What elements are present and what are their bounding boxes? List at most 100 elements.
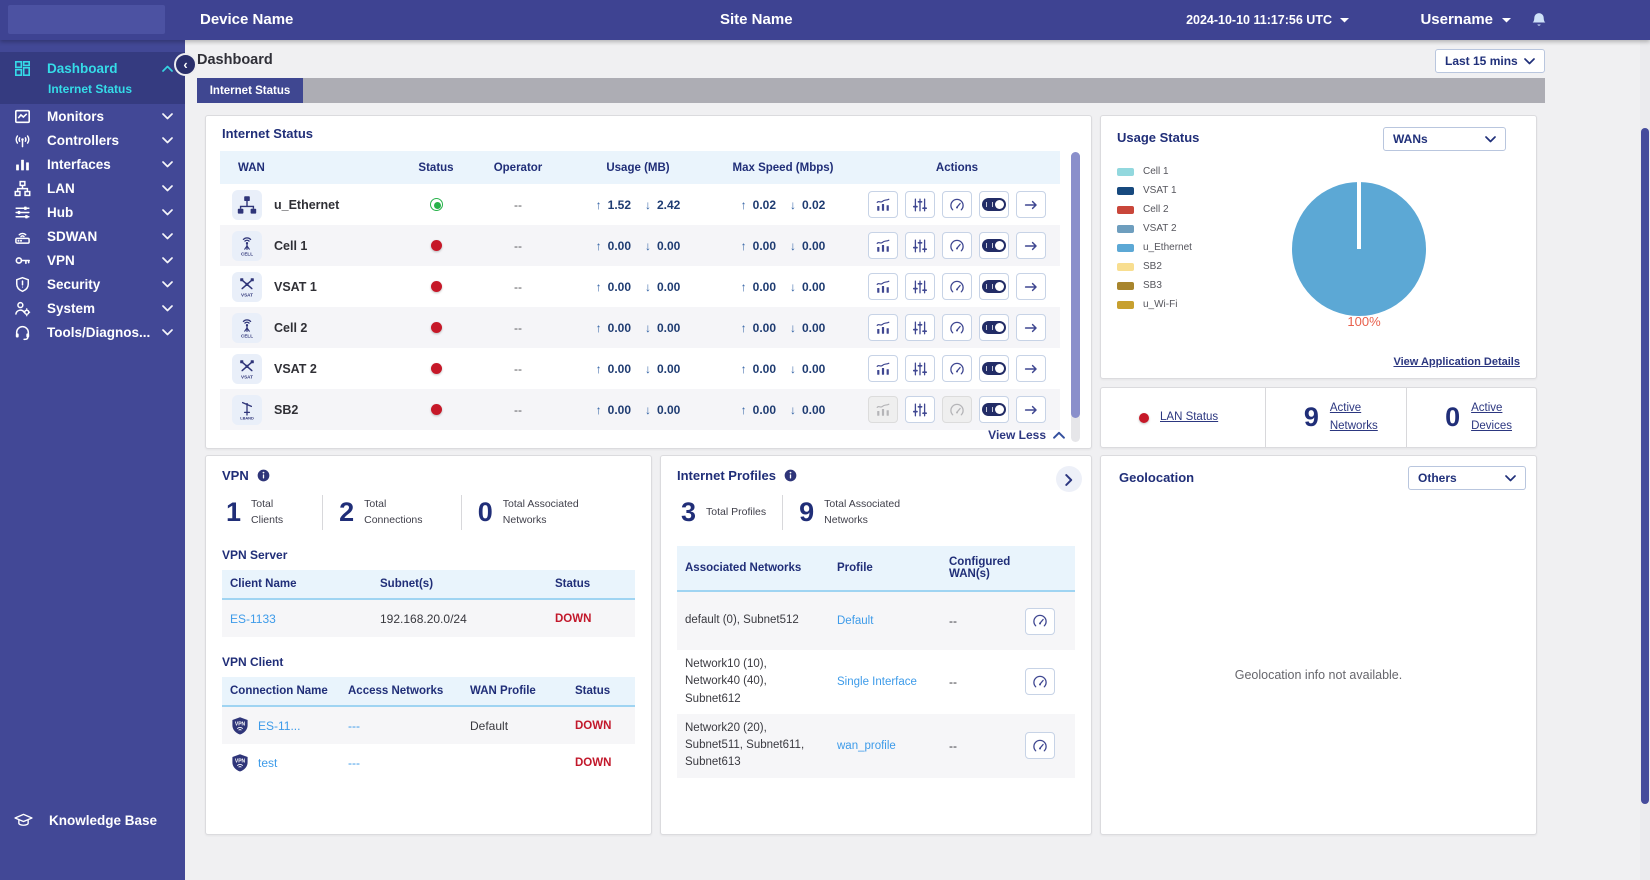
speed-test-button[interactable]	[942, 273, 972, 300]
expand-profiles-button[interactable]	[1056, 466, 1082, 492]
stat-value: 1	[226, 497, 242, 527]
upload-value: 0.00	[607, 279, 631, 294]
details-button[interactable]	[1016, 314, 1046, 341]
access-networks-value: ---	[348, 718, 360, 733]
datetime-dropdown[interactable]: 2024-10-10 11:17:56 UTC	[1186, 0, 1350, 40]
speed-test-button[interactable]	[1025, 732, 1055, 760]
column-header: WAN	[238, 161, 265, 174]
enable-toggle[interactable]	[979, 314, 1009, 341]
details-button[interactable]	[1016, 191, 1046, 218]
configure-button[interactable]	[905, 396, 935, 423]
info-icon[interactable]	[257, 469, 270, 482]
view-application-details-link[interactable]: View Application Details	[1393, 356, 1520, 368]
sidebar-item-lan[interactable]: LAN	[0, 176, 185, 200]
statistics-button[interactable]	[868, 314, 898, 341]
summary-link-active-devices[interactable]: Active Devices	[1471, 400, 1533, 436]
arrow-up-icon: ↑	[595, 279, 602, 294]
sidebar-collapse-button[interactable]: ‹	[174, 53, 197, 76]
view-less-link[interactable]: View Less	[988, 428, 1065, 442]
details-button[interactable]	[1016, 355, 1046, 382]
table-scrollbar[interactable]	[1071, 152, 1080, 442]
configure-button[interactable]	[905, 355, 935, 382]
details-button[interactable]	[1016, 396, 1046, 423]
enable-toggle[interactable]	[979, 355, 1009, 382]
profile-link[interactable]: Single Interface	[829, 676, 941, 688]
configure-button[interactable]	[905, 191, 935, 218]
speed-test-button[interactable]	[942, 191, 972, 218]
statistics-button[interactable]	[868, 191, 898, 218]
statistics-button[interactable]	[868, 355, 898, 382]
summary-value: 9	[1303, 402, 1319, 432]
arrow-down-icon: ↓	[790, 197, 796, 212]
sidebar-item-monitors[interactable]: Monitors	[0, 104, 185, 128]
user-menu[interactable]: Username	[1420, 0, 1512, 40]
wan-name: u_Ethernet	[274, 197, 340, 212]
sidebar-item-hub[interactable]: Hub	[0, 200, 185, 224]
arrow-down-icon: ↓	[645, 197, 651, 212]
table-header: Associated Networks Profile Configured WAN…	[677, 546, 1075, 592]
tab-internet-status[interactable]: Internet Status	[197, 78, 303, 103]
sidebar-item-security[interactable]: Security	[0, 272, 185, 296]
geolocation-filter-select[interactable]: Others	[1408, 466, 1526, 490]
arrow-down-icon: ↓	[645, 361, 651, 376]
sidebar-item-label: VPN	[47, 252, 75, 268]
profile-link[interactable]: Default	[829, 615, 941, 627]
svg-text:VPN: VPN	[235, 721, 246, 727]
sidebar-item-dashboard[interactable]: Dashboard	[0, 52, 185, 78]
profile-row: default (0), Subnet512 Default --	[677, 592, 1075, 650]
sidebar-item-knowledge-base[interactable]: Knowledge Base	[0, 813, 157, 828]
wan-cell: CELL Cell 1	[220, 230, 400, 261]
scrollbar-thumb[interactable]	[1071, 152, 1080, 418]
summary-link-active-networks[interactable]: Active Networks	[1330, 400, 1392, 436]
config-icon	[912, 320, 928, 336]
wan-name: VSAT 2	[274, 361, 317, 376]
notifications-bell-icon[interactable]	[1530, 11, 1548, 29]
profile-link[interactable]: wan_profile	[829, 740, 941, 752]
sidebar-item-sdwan[interactable]: SDWAN	[0, 224, 185, 248]
configure-button[interactable]	[905, 232, 935, 259]
usage-filter-select[interactable]: WANs	[1383, 127, 1506, 151]
info-icon[interactable]	[784, 469, 797, 482]
details-button[interactable]	[1016, 232, 1046, 259]
configure-button[interactable]	[905, 314, 935, 341]
enable-toggle[interactable]	[979, 396, 1009, 423]
enable-toggle[interactable]	[979, 191, 1009, 218]
speed-test-button[interactable]	[942, 355, 972, 382]
details-button[interactable]	[1016, 273, 1046, 300]
sidebar-item-system[interactable]: System	[0, 296, 185, 320]
vpn-client-table: Connection Name Access Networks WAN Profil…	[222, 677, 635, 781]
configure-button[interactable]	[905, 273, 935, 300]
page-scrollbar[interactable]	[1640, 40, 1650, 880]
download-value: 0.00	[802, 238, 826, 253]
speed-test-button[interactable]	[1025, 668, 1055, 696]
username-label: Username	[1420, 11, 1493, 28]
wan-table-row: LBAND SB2 -- ↑ 0.00 ↓ 0.00 ↑ 0.00 ↓ 0.00	[220, 389, 1060, 430]
enable-toggle[interactable]	[979, 273, 1009, 300]
sidebar-item-vpn[interactable]: VPN	[0, 248, 185, 272]
speed-test-button[interactable]	[1025, 607, 1055, 635]
chevron-up-icon	[162, 65, 173, 72]
time-range-select[interactable]: Last 15 mins	[1435, 49, 1545, 73]
column-header: Access Networks	[348, 685, 444, 697]
connection-name-link[interactable]: test	[258, 756, 277, 770]
sidebar-item-controllers[interactable]: Controllers	[0, 128, 185, 152]
stat-label: Total Profiles	[706, 505, 767, 518]
scrollbar-thumb[interactable]	[1641, 128, 1649, 804]
download-value: 0.00	[657, 238, 681, 253]
speed-test-button[interactable]	[942, 232, 972, 259]
statistics-button[interactable]	[868, 232, 898, 259]
config-icon	[912, 238, 928, 254]
client-name-link[interactable]: ES-1133	[222, 612, 372, 626]
sidebar-item-interfaces[interactable]: Interfaces	[0, 152, 185, 176]
cell-icon: CELL	[232, 312, 262, 343]
statistics-button[interactable]	[868, 273, 898, 300]
status-value: DOWN	[575, 756, 612, 769]
enable-toggle[interactable]	[979, 232, 1009, 259]
speed-test-button[interactable]	[942, 314, 972, 341]
chevron-down-icon	[1505, 474, 1516, 482]
summary-link-lan-status[interactable]: LAN Status	[1160, 409, 1222, 427]
wan-cell: LBAND SB2	[220, 394, 400, 425]
sidebar-subitem-internet-status[interactable]: Internet Status	[0, 78, 185, 104]
connection-name-link[interactable]: ES-11...	[258, 719, 300, 733]
sidebar-item-tools-diagnos[interactable]: Tools/Diagnos...	[0, 320, 185, 344]
